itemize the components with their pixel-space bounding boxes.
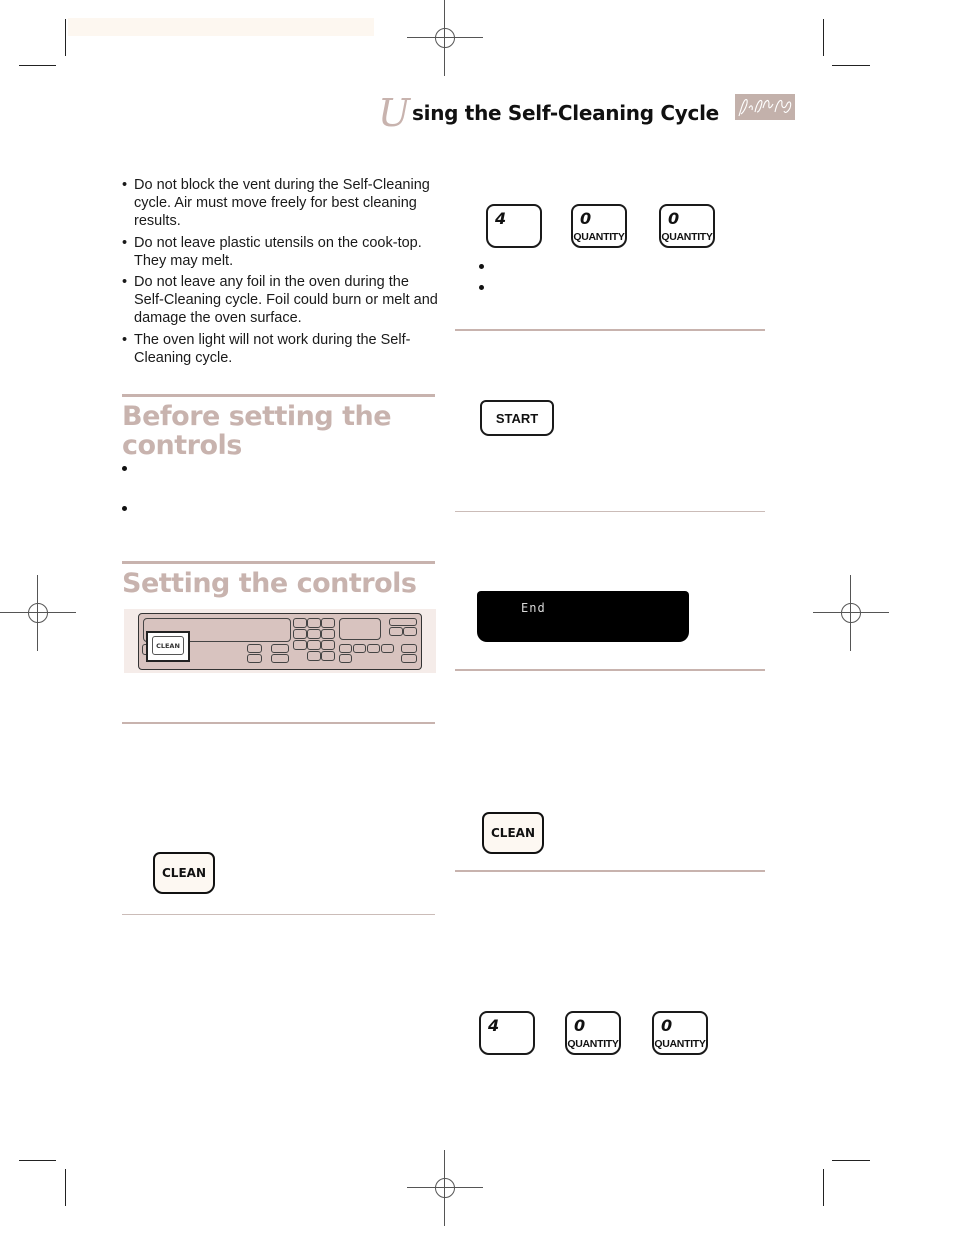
panel-key (307, 651, 321, 661)
caution-item: Do not leave plastic utensils on the coo… (122, 234, 442, 270)
panel-key (307, 640, 321, 650)
key-digit: 4 (488, 1016, 500, 1035)
caution-list: Do not block the vent during the Self-Cl… (122, 176, 442, 370)
crop-mark (65, 1169, 66, 1206)
section-divider (122, 394, 435, 397)
key-digit: 0 (668, 209, 680, 228)
key-digit: 4 (495, 209, 507, 228)
crop-mark (65, 19, 66, 56)
panel-key (321, 651, 335, 661)
crop-mark (823, 1169, 824, 1206)
registration-mark-left (0, 575, 76, 651)
panel-key (271, 654, 289, 663)
panel-key (321, 618, 335, 628)
panel-key (293, 629, 307, 639)
signature-logo-icon (735, 94, 795, 120)
panel-key (403, 627, 417, 636)
heading-line: controls (122, 430, 242, 461)
key-0-quantity[interactable]: 0 QUANTITY (652, 1011, 708, 1055)
top-tint-strip (68, 18, 374, 36)
step-divider (455, 669, 765, 671)
key-0-quantity[interactable]: 0 QUANTITY (565, 1011, 621, 1055)
registration-mark-bottom (407, 1150, 483, 1226)
step-divider (455, 870, 765, 872)
display-text: End (521, 601, 546, 615)
panel-key (321, 640, 335, 650)
section-divider (122, 561, 435, 564)
panel-key (381, 644, 394, 653)
caution-item: The oven light will not work during the … (122, 331, 442, 367)
key-sublabel: QUANTITY (567, 1038, 619, 1050)
key-sublabel: QUANTITY (573, 231, 625, 243)
key-0-quantity[interactable]: 0 QUANTITY (571, 204, 627, 248)
key-4[interactable]: 4 (479, 1011, 535, 1055)
key-digit: 0 (661, 1016, 673, 1035)
header-initial: U (378, 91, 411, 135)
panel-clean-highlight: CLEAN (146, 631, 190, 662)
panel-key (307, 618, 321, 628)
bullet-dot (122, 466, 127, 471)
panel-key (389, 627, 403, 636)
step-divider (455, 329, 765, 331)
oven-display: End (477, 591, 689, 642)
bullet-dot (122, 506, 127, 511)
panel-key (247, 644, 262, 653)
crop-mark (823, 19, 824, 56)
crop-mark (832, 65, 870, 66)
key-digit: 0 (574, 1016, 586, 1035)
panel-key (353, 644, 366, 653)
clean-button[interactable]: CLEAN (153, 852, 215, 894)
crop-mark (832, 1160, 870, 1161)
section-heading-setting-controls: Setting the controls (122, 568, 417, 599)
crop-mark (19, 65, 56, 66)
crop-mark (19, 1160, 56, 1161)
panel-key (389, 618, 417, 626)
panel-key (247, 654, 262, 663)
control-panel-illustration: CLEAN (124, 609, 436, 673)
heading-line: Before setting the (122, 401, 392, 432)
step-divider (455, 511, 765, 512)
key-0-quantity[interactable]: 0 QUANTITY (659, 204, 715, 248)
page-header: U sing the Self-Cleaning Cycle (378, 90, 719, 135)
step-divider (122, 722, 435, 724)
panel-key (321, 629, 335, 639)
key-4[interactable]: 4 (486, 204, 542, 248)
panel-key (367, 644, 380, 653)
step-divider (122, 914, 435, 915)
caution-item: Do not leave any foil in the oven during… (122, 273, 442, 328)
bullet-dot (479, 285, 484, 290)
key-sublabel: QUANTITY (661, 231, 713, 243)
section-heading-before-setting: Before setting the controls (122, 401, 392, 461)
bullet-dot (479, 264, 484, 269)
panel-key (293, 640, 307, 650)
panel-clean-key: CLEAN (152, 636, 184, 655)
caution-item: Do not block the vent during the Self-Cl… (122, 176, 442, 231)
registration-mark-right (813, 575, 889, 651)
panel-key (339, 654, 352, 663)
panel-key (401, 644, 417, 653)
start-button[interactable]: START (480, 400, 554, 436)
panel-key (307, 629, 321, 639)
key-digit: 0 (580, 209, 592, 228)
panel-key (339, 644, 352, 653)
panel-clock-window (339, 618, 381, 640)
clean-button[interactable]: CLEAN (482, 812, 544, 854)
panel-key (271, 644, 289, 653)
page-title: sing the Self-Cleaning Cycle (412, 101, 719, 125)
panel-key (401, 654, 417, 663)
panel-key (293, 618, 307, 628)
key-sublabel: QUANTITY (654, 1038, 706, 1050)
registration-mark-top (407, 0, 483, 76)
